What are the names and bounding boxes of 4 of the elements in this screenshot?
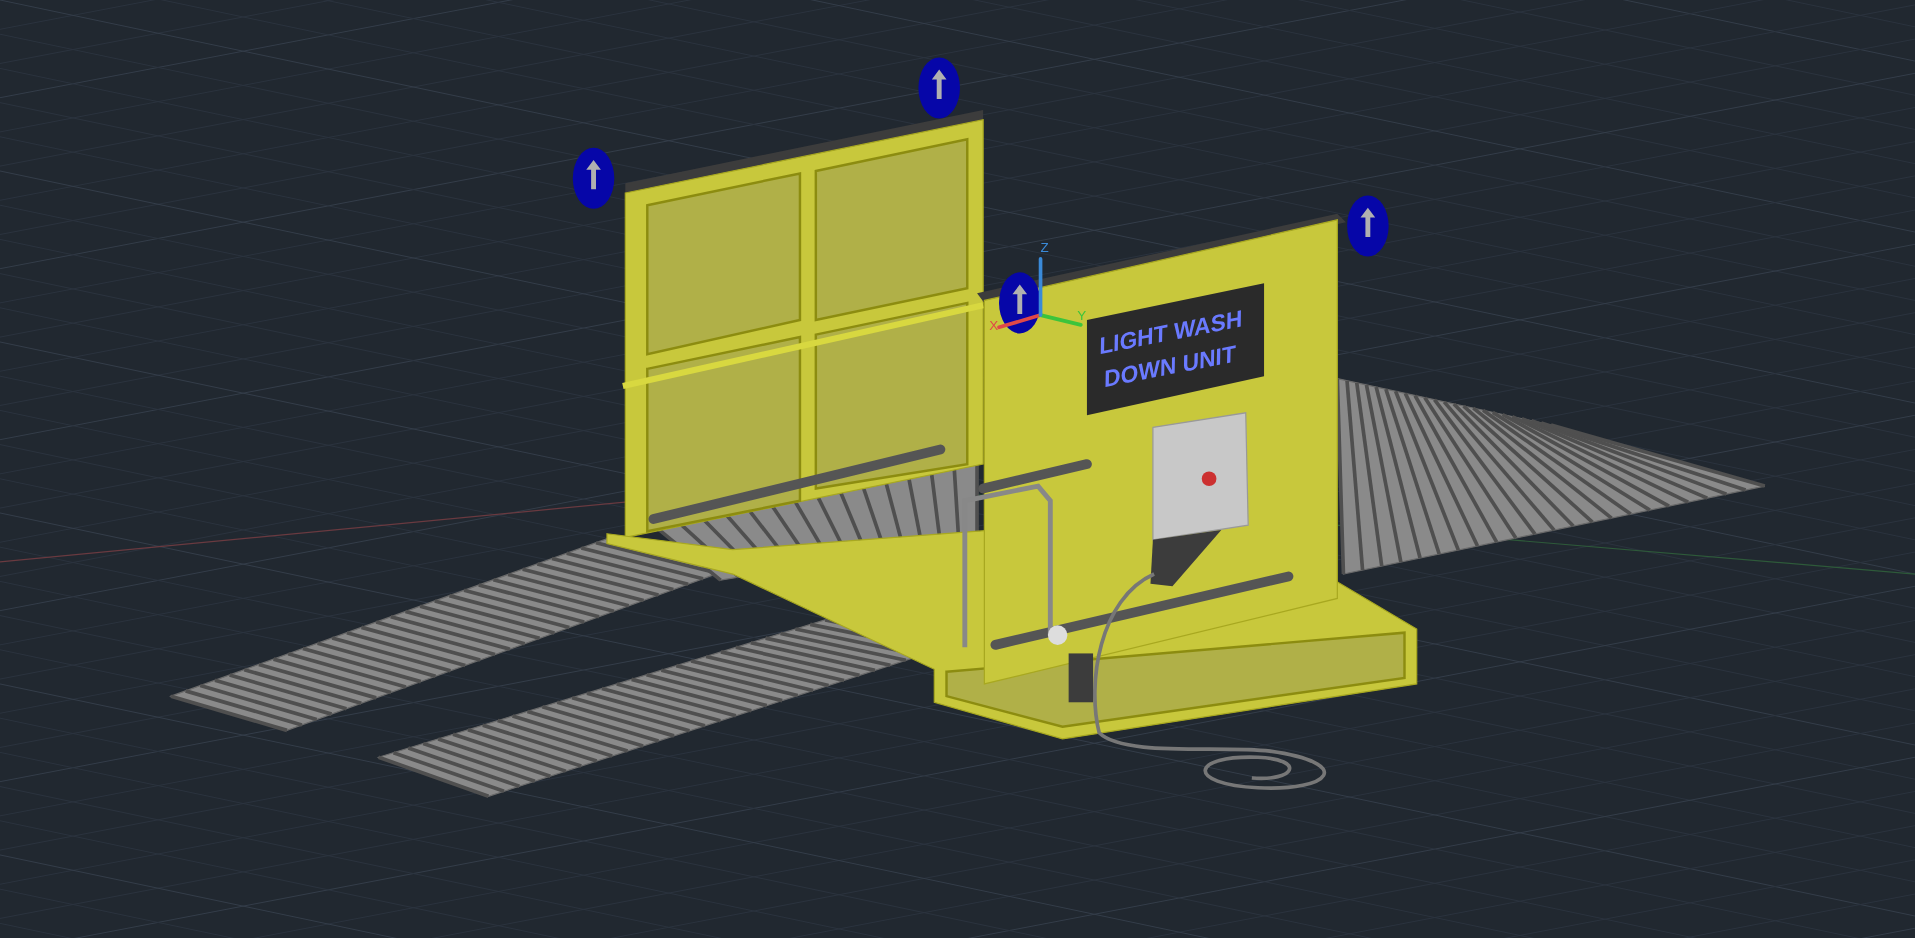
- axis-label: Z: [1040, 239, 1049, 255]
- model-viewport[interactable]: LIGHT WASH DOWN UNIT X Y Z: [0, 0, 1915, 938]
- axis-label: Y: [1077, 308, 1087, 323]
- axis-label: X: [989, 317, 999, 333]
